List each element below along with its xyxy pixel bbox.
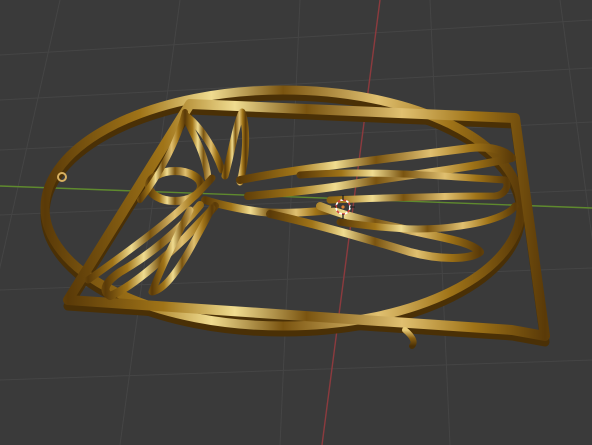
vitruvian-object[interactable] [40,85,550,349]
viewport-canvas[interactable] [0,0,592,445]
arm-upper-left [181,111,226,182]
3d-viewport[interactable] [0,0,592,445]
leg-left-2 [148,204,216,296]
arm-upper-right [221,108,250,186]
